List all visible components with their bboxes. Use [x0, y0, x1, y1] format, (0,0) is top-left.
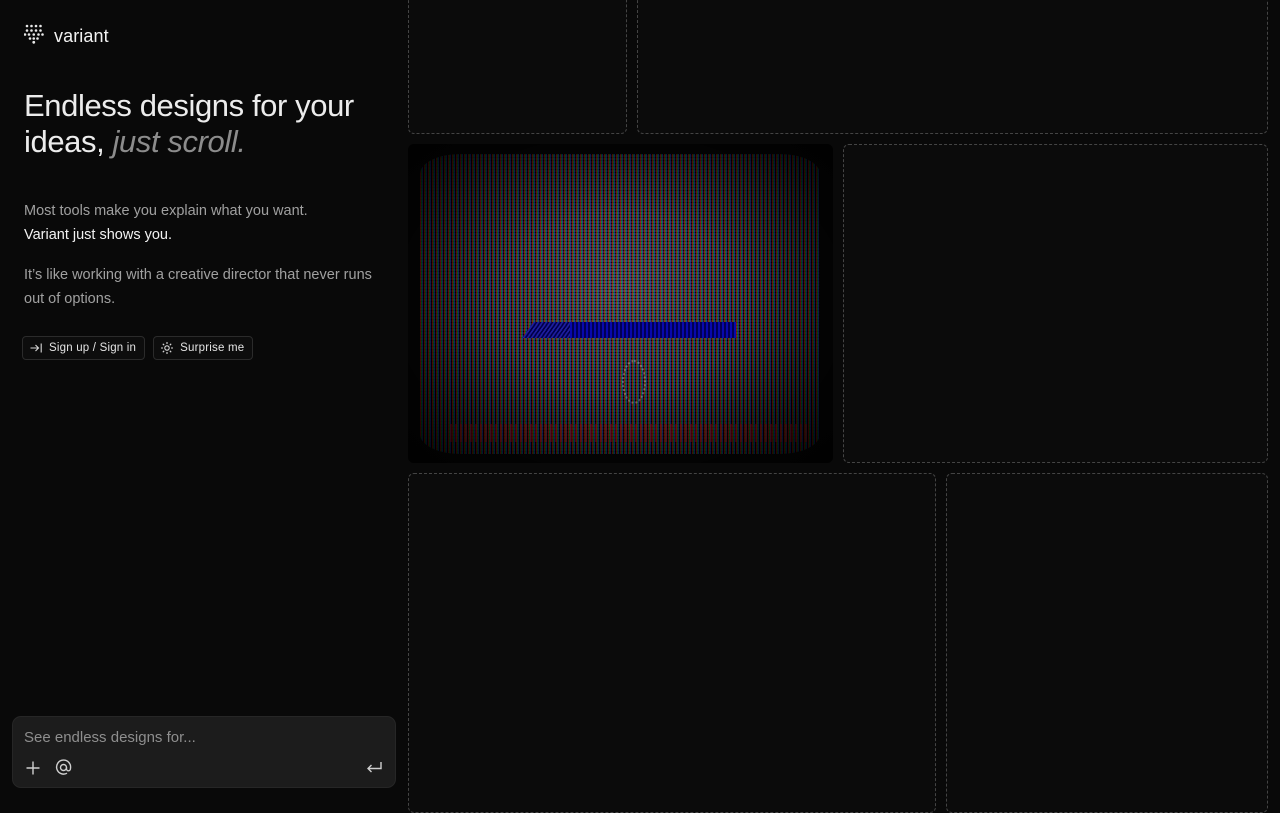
- design-card-placeholder[interactable]: [408, 0, 627, 134]
- intro-paragraph-1: Most tools make you explain what you wan…: [24, 199, 384, 247]
- brand-name: variant: [54, 25, 109, 46]
- mention-button[interactable]: [52, 759, 74, 781]
- arrow-to-bar-icon: [29, 341, 43, 355]
- submit-button[interactable]: [363, 759, 385, 781]
- intro-line-2: Variant just shows you.: [24, 227, 173, 243]
- page-title: Endless designs for your ideas, just scr…: [24, 88, 384, 160]
- enter-return-icon: [365, 760, 383, 781]
- intro-paragraph-2: It’s like working with a creative direct…: [24, 267, 372, 307]
- design-card-placeholder[interactable]: [843, 144, 1268, 463]
- title-emphasis: just scroll.: [112, 124, 246, 159]
- sparkle-icon: [160, 341, 174, 355]
- surprise-me-label: Surprise me: [180, 342, 245, 354]
- sign-in-label: Sign up / Sign in: [49, 342, 137, 354]
- design-card-preview[interactable]: [408, 144, 833, 463]
- design-card-placeholder[interactable]: [408, 473, 936, 813]
- preview-vignette: [408, 144, 833, 463]
- at-icon: [55, 759, 72, 781]
- left-panel: variant Endless designs for your ideas, …: [0, 0, 404, 800]
- prompt-input[interactable]: [24, 727, 364, 747]
- intro-line-1: Most tools make you explain what you wan…: [24, 203, 308, 219]
- sign-in-button[interactable]: Sign up / Sign in: [22, 336, 146, 360]
- action-buttons: Sign up / Sign in Surprise me: [22, 336, 254, 360]
- surprise-me-button[interactable]: Surprise me: [153, 336, 254, 360]
- design-card-placeholder[interactable]: [946, 473, 1268, 813]
- prompt-box: [12, 716, 396, 788]
- dotted-arrow-logo-icon: [23, 23, 45, 49]
- add-attachment-button[interactable]: [22, 759, 44, 781]
- brand-logo[interactable]: variant: [23, 23, 109, 49]
- plus-icon: [25, 760, 41, 781]
- design-card-placeholder[interactable]: [637, 0, 1268, 134]
